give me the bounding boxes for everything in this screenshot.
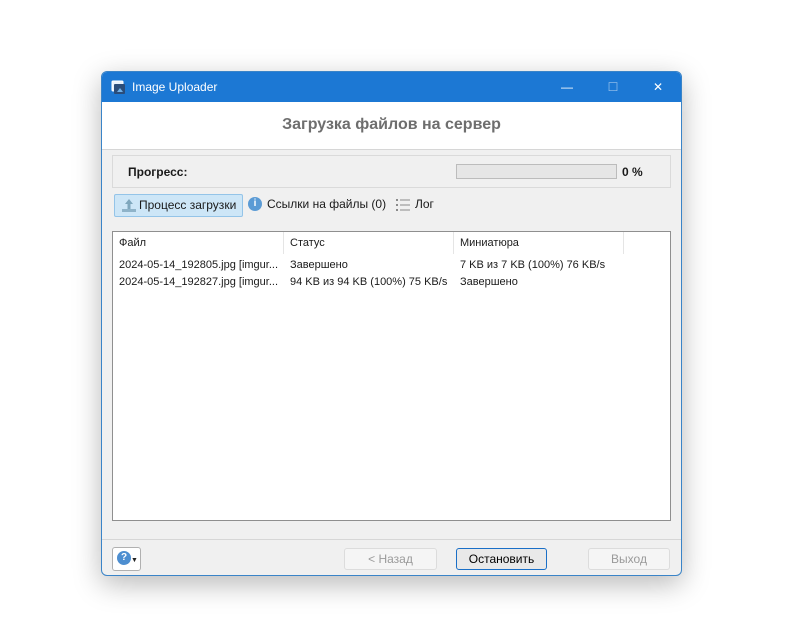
header-area: Загрузка файлов на сервер [102,102,681,150]
tab-file-links-label: Ссылки на файлы (0) [267,197,387,211]
back-button[interactable]: < Назад [344,548,437,570]
row-status: Завершено [290,259,348,271]
upload-list[interactable]: Файл Статус Миниатюра 2024-05-14_192805.… [112,231,671,521]
dropdown-arrow-icon: ▼ [131,557,138,564]
tab-file-links[interactable]: i Ссылки на файлы (0) [247,194,397,215]
page-title: Загрузка файлов на сервер [282,116,501,133]
row-status: 94 KB из 94 KB (100%) 75 KB/s [290,276,448,288]
row-thumbnail: 7 KB из 7 KB (100%) 76 KB/s [460,259,606,271]
close-button[interactable]: ✕ [635,72,681,102]
progress-panel: Прогресс: 0 % [112,155,671,188]
window-title: Image Uploader [132,80,218,94]
column-header-file[interactable]: Файл [113,232,284,254]
stop-button[interactable]: Остановить [456,548,547,570]
tab-upload-process[interactable]: Процесс загрузки [114,194,243,217]
list-icon [396,199,410,211]
app-icon [111,80,125,94]
tab-upload-process-label: Процесс загрузки [139,198,237,212]
title-bar[interactable]: Image Uploader — ☐ ✕ [102,72,681,102]
table-row[interactable]: 2024-05-14_192827.jpg [imgur... 94 KB из… [113,274,670,291]
table-row[interactable]: 2024-05-14_192805.jpg [imgur... Завершен… [113,257,670,274]
row-file: 2024-05-14_192805.jpg [imgur... [119,259,279,271]
column-header-thumbnail[interactable]: Миниатюра [454,232,624,254]
footer-divider [102,539,681,540]
progress-label: Прогресс: [128,165,188,179]
progress-bar [456,164,617,179]
tab-log[interactable]: Лог [394,194,454,215]
help-menu-button[interactable]: ? ▼ [112,547,141,571]
column-header-status[interactable]: Статус [284,232,454,254]
view-tabs: Процесс загрузки i Ссылки на файлы (0) Л… [114,194,674,217]
info-icon: i [248,197,262,211]
upload-icon [122,199,136,212]
help-icon: ? [117,551,131,565]
row-file: 2024-05-14_192827.jpg [imgur... [119,276,279,288]
exit-button[interactable]: Выход [588,548,670,570]
row-thumbnail: Завершено [460,276,518,288]
image-uploader-window: Image Uploader — ☐ ✕ Загрузка файлов на … [101,71,682,576]
tab-log-label: Лог [415,197,434,211]
minimize-button[interactable]: — [544,72,590,102]
maximize-button[interactable]: ☐ [590,72,636,102]
progress-percent: 0 % [622,165,643,179]
